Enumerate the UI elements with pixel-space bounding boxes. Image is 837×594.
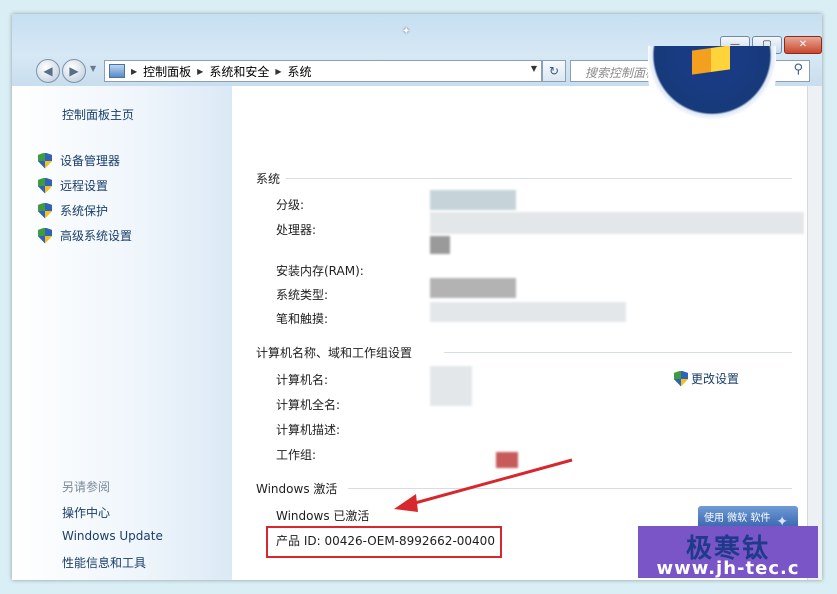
windows-logo [648,46,776,138]
redacted-value [430,212,804,234]
vertical-scrollbar[interactable] [807,86,822,580]
section-divider [348,488,792,489]
control-panel-icon [109,64,125,78]
breadcrumb-control-panel[interactable]: 控制面板 [143,63,191,80]
rating-label: 分级: [276,198,305,212]
search-placeholder: 搜索控制面板 [585,66,658,80]
shield-icon [38,202,52,219]
redacted-value [430,366,472,406]
section-divider [444,352,792,353]
section-divider [286,178,792,179]
sidebar-item-system-protection[interactable]: 系统保护 [38,202,108,219]
refresh-button[interactable]: ↻ [542,60,566,82]
computer-description-label: 计算机描述: [276,423,341,437]
main-content: 系统 分级: 处理器: 安装内存(RAM): 系统类型: 笔和触摸: 计算机名称… [232,46,807,580]
change-settings-link[interactable]: 更改设置 [674,370,739,387]
watermark-url: www.jh-tec.c [656,558,800,579]
redacted-value [430,302,626,322]
sidebar-item-label: 设备管理器 [60,154,121,168]
sidebar-item-device-manager[interactable]: 设备管理器 [38,152,120,169]
sidebar-item-remote-settings[interactable]: 远程设置 [38,177,108,194]
chevron-right-icon[interactable]: ▶ [131,67,137,76]
sidebar-item-label: 系统保护 [60,204,109,218]
address-bar[interactable]: ▶ 控制面板 ▶ 系统和安全 ▶ 系统 ▼ [104,60,542,82]
windows-flag-icon [692,46,730,75]
computer-full-name-label: 计算机全名: [276,398,341,412]
computer-section-heading: 计算机名称、域和工作组设置 [256,346,413,360]
activation-status: Windows 已激活 [276,509,370,523]
redacted-value [430,190,516,210]
back-button[interactable]: ◀ [36,59,60,83]
sidebar-item-windows-update[interactable]: Windows Update [62,529,163,543]
pen-touch-label: 笔和触摸: [276,312,329,326]
redacted-value [496,452,518,468]
sidebar: 控制面板主页 设备管理器 远程设置 系统保护 高级系统设置 另请参阅 操作中心 … [12,86,232,580]
search-icon[interactable]: ⚲ [793,62,803,77]
sidebar-item-performance[interactable]: 性能信息和工具 [62,554,146,571]
chevron-right-icon[interactable]: ▶ [197,67,203,76]
ram-label: 安装内存(RAM): [276,264,364,278]
see-also-heading: 另请参阅 [62,480,111,494]
recent-pages-dropdown[interactable]: ▼ [90,64,96,73]
sidebar-item-label: 高级系统设置 [60,229,133,243]
product-id: 产品 ID: 00426-OEM-8992662-00400 [276,534,495,548]
sidebar-item-advanced-settings[interactable]: 高级系统设置 [38,227,132,244]
workgroup-label: 工作组: [276,448,317,462]
system-type-label: 系统类型: [276,288,329,302]
shield-icon [38,152,52,169]
activation-section-heading: Windows 激活 [256,482,338,496]
sidebar-control-panel-home[interactable]: 控制面板主页 [62,106,134,123]
system-section-heading: 系统 [256,172,281,186]
redacted-value [430,236,450,254]
close-button[interactable]: ✕ [784,36,822,54]
redacted-value [430,278,516,298]
processor-label: 处理器: [276,223,317,237]
site-watermark: 极寒钛 www.jh-tec.c [638,526,818,579]
sidebar-item-label: 远程设置 [60,179,109,193]
annotation-arrow [394,458,573,512]
window: ✦ — ▢ ✕ ◀ ▶ ▼ ▶ 控制面板 ▶ 系统和安全 ▶ 系统 ▼ ↻ 搜索… [12,14,822,580]
breadcrumb-system[interactable]: 系统 [288,63,312,80]
address-dropdown-icon[interactable]: ▼ [531,64,537,73]
shield-icon [38,227,52,244]
change-settings-label: 更改设置 [691,372,740,386]
breadcrumb-system-security[interactable]: 系统和安全 [209,63,269,80]
caption-arrow-icon: ✦ [402,26,411,37]
computer-name-label: 计算机名: [276,373,329,387]
sidebar-item-action-center[interactable]: 操作中心 [62,504,110,521]
forward-button[interactable]: ▶ [62,59,86,83]
genuine-badge-label: 使用 微软 软件 [704,513,771,524]
chevron-right-icon[interactable]: ▶ [275,67,281,76]
shield-icon [674,370,688,387]
shield-icon [38,177,52,194]
